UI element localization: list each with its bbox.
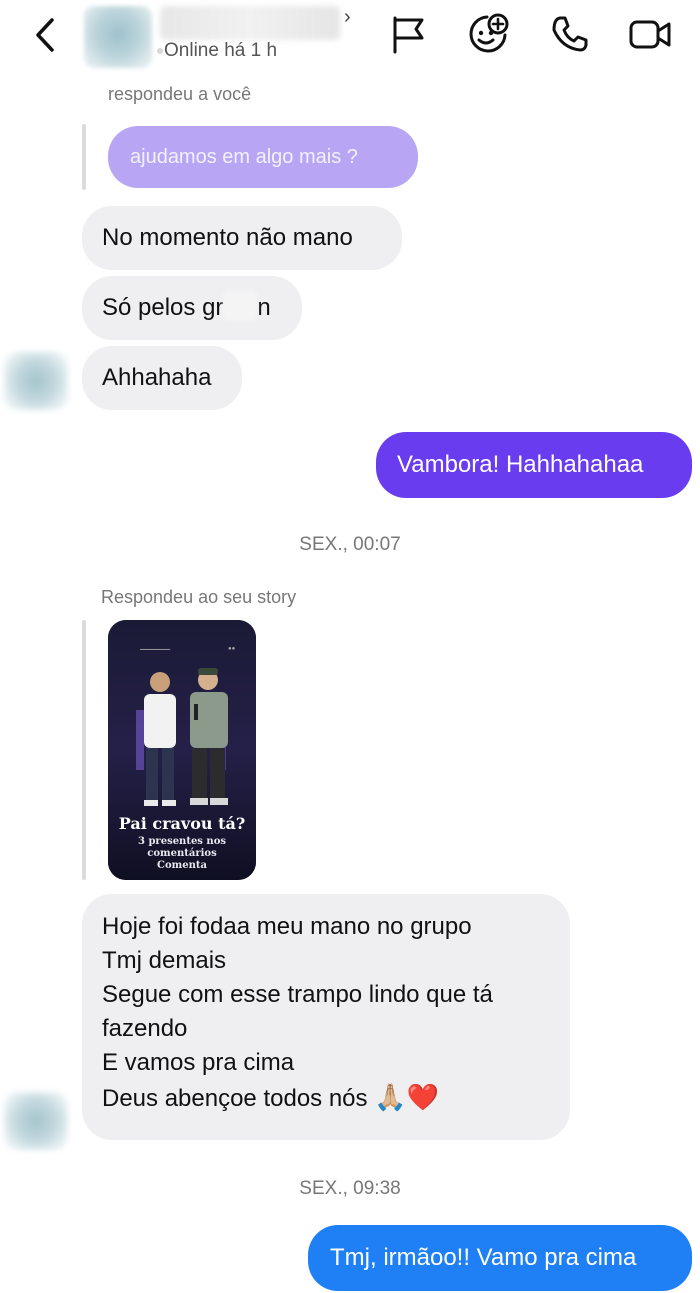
outgoing-message[interactable]: Tmj, irmãoo!! Vamo pra cima (308, 1225, 692, 1291)
back-icon[interactable] (28, 16, 68, 56)
contact-name[interactable] (160, 6, 340, 40)
flag-icon[interactable] (386, 12, 430, 56)
message-text: Só pelos gr (102, 294, 224, 321)
incoming-message[interactable]: Só pelos gr n (82, 276, 302, 340)
quoted-message[interactable]: ajudamos em algo mais ? (108, 126, 418, 188)
story-caption-title: Pai cravou tá? (118, 814, 246, 833)
avatar[interactable] (4, 352, 68, 410)
message-text: n (257, 294, 271, 321)
online-status: Online há 1 h (164, 40, 278, 61)
avatar[interactable] (4, 1092, 68, 1150)
message-text: Hoje foi fodaa meu mano no grupo Tmj dem… (102, 913, 493, 1076)
reply-bar (82, 124, 86, 190)
outgoing-message[interactable]: Vambora! Hahhahahaa (376, 432, 692, 498)
story-more-icon: ●● (228, 646, 236, 652)
censored-text (223, 291, 258, 321)
emoji-pray-heart: 🙏🏼❤️ (374, 1082, 439, 1112)
incoming-message[interactable]: No momento não mano (82, 206, 402, 270)
reply-bar (82, 620, 86, 880)
story-caption-subtitle: 3 presentes nos comentários Comenta (138, 836, 226, 871)
avatar[interactable] (84, 6, 152, 68)
message-text-last: Deus abençoe todos nós 🙏🏼❤️ (102, 1082, 439, 1112)
status-dot (157, 48, 163, 54)
incoming-message[interactable]: Hoje foi fodaa meu mano no grupo Tmj dem… (82, 894, 570, 1140)
story-header-icon: ━━━━━━━━━━ (140, 647, 171, 653)
phone-icon[interactable] (548, 12, 592, 56)
video-camera-icon[interactable] (628, 12, 672, 56)
incoming-message[interactable]: Ahhahaha (82, 346, 242, 410)
chevron-right-icon[interactable]: › (344, 6, 351, 29)
timestamp: SEX., 00:07 (299, 534, 401, 555)
effects-icon[interactable] (466, 12, 510, 56)
reply-label: respondeu a você (108, 84, 252, 104)
timestamp: SEX., 09:38 (299, 1178, 401, 1199)
story-thumbnail[interactable]: ━━━━━━━━━━ ●● Pai cravou tá? 3 presentes… (108, 620, 256, 880)
story-reply-label: Respondeu ao seu story (101, 587, 297, 607)
